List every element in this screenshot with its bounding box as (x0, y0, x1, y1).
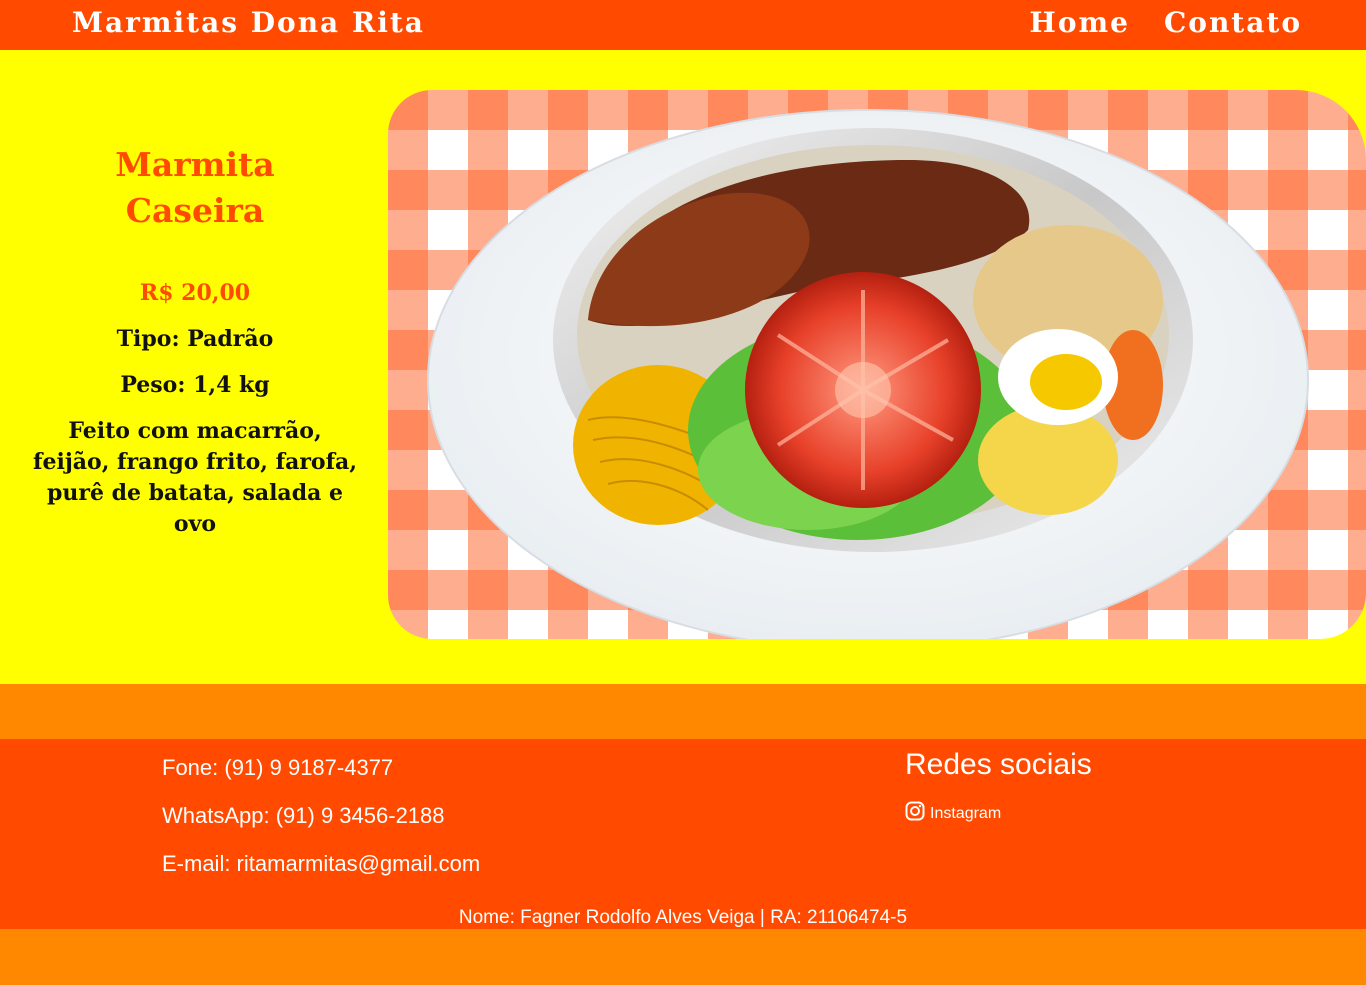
social-section: Redes sociais Instagram (905, 749, 1092, 826)
main-nav: Home Contato (1029, 6, 1302, 39)
phone-text: Fone: (91) 9 9187-4377 (162, 755, 394, 780)
divider-band (0, 684, 1366, 739)
product-description: Feito com macarrão, feijão, frango frito… (33, 418, 357, 537)
instagram-link[interactable]: Instagram (905, 801, 1092, 826)
whatsapp-text: WhatsApp: (91) 9 3456-2188 (162, 803, 445, 828)
author-credit: Nome: Fagner Rodolfo Alves Veiga | RA: 2… (458, 907, 908, 928)
product-photo (388, 90, 1366, 639)
product-weight: Peso: 1,4 kg (120, 372, 270, 398)
bottom-band (0, 929, 1366, 985)
product-title: Marmita Caseira (115, 145, 275, 230)
product-type: Tipo: Padrão (116, 326, 274, 352)
product-price: R$ 20,00 (139, 280, 251, 306)
contact-info: Fone: (91) 9 9187-4377 WhatsApp: (91) 9 … (162, 757, 480, 901)
instagram-icon (905, 801, 925, 826)
nav-home-link[interactable]: Home (1029, 6, 1130, 39)
brand-link[interactable]: Marmitas Dona Rita (72, 6, 425, 39)
product-info: Marmita Caseira R$ 20,00 Tipo: Padrão Pe… (30, 142, 360, 540)
top-nav-bar: Marmitas Dona Rita Home Contato (0, 0, 1366, 50)
instagram-label: Instagram (930, 804, 1002, 822)
email-text: E-mail: ritamarmitas@gmail.com (162, 851, 481, 876)
social-title: Redes sociais (905, 748, 1092, 781)
footer: Fone: (91) 9 9187-4377 WhatsApp: (91) 9 … (0, 739, 1366, 929)
product-section: Marmita Caseira R$ 20,00 Tipo: Padrão Pe… (0, 50, 1366, 684)
nav-contato-link[interactable]: Contato (1164, 6, 1302, 39)
